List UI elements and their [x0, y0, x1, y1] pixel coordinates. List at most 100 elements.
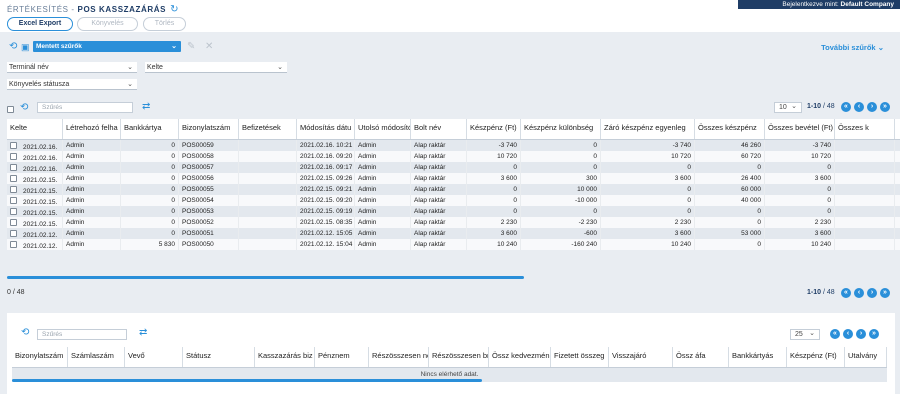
detail-page-size-select[interactable]: 25 ⌄ [790, 329, 820, 340]
page-title: POS KASSZAZÁRÁS [77, 5, 167, 14]
row-checkbox[interactable] [10, 153, 17, 160]
prev-page-button[interactable]: ‹ [854, 102, 864, 112]
booking-status-select[interactable]: Könyvelés státusza ⌄ [7, 79, 137, 90]
table-row[interactable]: 2021.02.16. Admin 0 POS00057 2021.02.16. 09:… [7, 162, 900, 173]
row-checkbox[interactable] [10, 208, 17, 215]
row-checkbox[interactable] [10, 186, 17, 193]
grid-header: Kelte Létrehozó felha Bankkártya Bizonylats… [7, 119, 900, 140]
last-page-button[interactable]: » [869, 329, 879, 339]
table-row[interactable]: 2021.02.16. Admin 0 POS00058 2021.02.16. 09:… [7, 151, 900, 162]
breadcrumb-parent[interactable]: ÉRTÉKESÍTÉS [7, 5, 69, 14]
grid-search-input[interactable]: Szűrés [37, 102, 133, 113]
column-header[interactable]: Módosítás dátu [297, 119, 355, 139]
column-header[interactable]: Bolt név [411, 119, 467, 139]
row-checkbox[interactable] [10, 175, 17, 182]
row-checkbox[interactable] [10, 219, 17, 226]
column-header[interactable]: Utolsó módosító [355, 119, 411, 139]
prev-page-button[interactable]: ‹ [843, 329, 853, 339]
column-header[interactable]: Státusz [183, 347, 255, 367]
column-header[interactable]: Részösszesen br [429, 347, 489, 367]
column-header[interactable]: Kasszazárás biz [255, 347, 315, 367]
next-page-button[interactable]: › [856, 329, 866, 339]
search-placeholder: Szűrés [42, 331, 63, 338]
last-page-button[interactable]: » [880, 288, 890, 298]
column-header[interactable]: Fizetett összeg [551, 347, 609, 367]
next-page-button[interactable]: › [867, 102, 877, 112]
save-filter-icon[interactable]: ▣ [21, 42, 30, 52]
table-row[interactable]: 2021.02.15. Admin 0 POS00056 2021.02.15. 09:… [7, 173, 900, 184]
swap-columns-icon[interactable]: ⇄ [142, 102, 150, 112]
column-header[interactable]: Bizonylatszám [12, 347, 68, 367]
row-checkbox[interactable] [10, 197, 17, 204]
table-cell [239, 195, 297, 206]
reset-filter-icon[interactable]: ⟲ [9, 42, 17, 52]
column-header[interactable]: Bizonylatszám [179, 119, 239, 139]
first-page-button[interactable]: « [841, 288, 851, 298]
swap-columns-icon[interactable]: ⇄ [139, 328, 147, 338]
date-select[interactable]: Kelte ⌄ [145, 62, 287, 73]
column-header[interactable]: Záró készpénz egyenleg [601, 119, 695, 139]
next-page-button[interactable]: › [867, 288, 877, 298]
reset-icon[interactable]: ⟲ [20, 103, 28, 113]
table-row[interactable]: 2021.02.15. Admin 0 POS00053 2021.02.15. 09:… [7, 206, 900, 217]
table-row[interactable]: 2021.02.15. Admin 0 POS00052 2021.02.15. 08:… [7, 217, 900, 228]
chevron-down-icon: ⌄ [877, 43, 884, 52]
prev-page-button[interactable]: ‹ [854, 288, 864, 298]
close-icon[interactable]: ✕ [205, 41, 213, 52]
refresh-icon[interactable]: ↻ [170, 4, 179, 15]
date-text: 2021.02.12. [23, 232, 58, 239]
column-header[interactable]: Utalvány [845, 347, 887, 367]
row-checkbox[interactable] [10, 241, 17, 248]
date-cell: 2021.02.16. [7, 151, 63, 162]
table-row[interactable]: 2021.02.15. Admin 0 POS00054 2021.02.15. 09:… [7, 195, 900, 206]
column-header[interactable]: Készpénz különbség [521, 119, 601, 139]
row-checkbox[interactable] [10, 164, 17, 171]
date-cell: 2021.02.15. [7, 195, 63, 206]
column-header[interactable]: Pénznem [315, 347, 369, 367]
column-header[interactable]: Bankkártyás [729, 347, 787, 367]
table-row[interactable]: 2021.02.16. Admin 0 POS00059 2021.02.16. 10:… [7, 140, 900, 151]
column-header[interactable]: Összes bevétel (Ft) [765, 119, 835, 139]
delete-button[interactable]: Törlés [143, 17, 186, 31]
checkbox[interactable] [7, 106, 14, 113]
column-header[interactable]: Bankkártya [121, 119, 179, 139]
select-all-checkbox[interactable] [7, 104, 14, 115]
detail-search-input[interactable]: Szűrés [37, 329, 127, 340]
column-header[interactable]: Visszajáró [609, 347, 673, 367]
column-header[interactable]: Készpénz (Ft) [467, 119, 521, 139]
column-header[interactable]: Számlaszám [68, 347, 125, 367]
more-filters-label: További szűrők [821, 43, 876, 52]
column-header[interactable]: Készpénz (Ft) [787, 347, 845, 367]
first-page-button[interactable]: « [841, 102, 851, 112]
horizontal-scrollbar[interactable] [7, 276, 524, 279]
first-page-button[interactable]: « [830, 329, 840, 339]
page-size-select[interactable]: 10 ⌄ [774, 102, 802, 113]
table-cell: -3 740 [601, 140, 695, 151]
column-header[interactable]: Befizetések [239, 119, 297, 139]
more-filters-button[interactable]: További szűrők ⌄ [821, 43, 884, 52]
table-row[interactable]: 2021.02.12. Admin 5 830 POS00050 2021.02.12.… [7, 239, 900, 250]
column-header[interactable]: Létrehozó felha [63, 119, 121, 139]
table-row[interactable]: 2021.02.12. Admin 0 POS00051 2021.02.12. 15:… [7, 228, 900, 239]
last-page-button[interactable]: » [880, 102, 890, 112]
edit-icon[interactable]: ✎ [187, 41, 195, 52]
row-checkbox[interactable] [10, 142, 17, 149]
column-header[interactable]: Összes készpénz [695, 119, 765, 139]
column-header[interactable]: Vevő [125, 347, 183, 367]
detail-grid-card: ⟲ Szűrés ⇄ 25 ⌄ « ‹ › » Bizonylatszám Szám… [7, 313, 895, 394]
reset-icon[interactable]: ⟲ [21, 328, 29, 338]
column-header[interactable]: Részösszesen ne [369, 347, 429, 367]
detail-horizontal-scrollbar[interactable] [12, 379, 482, 382]
date-text: 2021.02.16. [23, 144, 58, 151]
saved-filters-select[interactable]: Mentett szűrők ⌄ [33, 41, 181, 52]
column-header[interactable]: Össz áfa [673, 347, 729, 367]
book-button[interactable]: Könyvelés [77, 17, 138, 31]
terminal-name-select[interactable]: Terminál név ⌄ [7, 62, 137, 73]
column-header[interactable]: Összes k [835, 119, 895, 139]
excel-export-button[interactable]: Excel Export [7, 17, 73, 31]
row-checkbox[interactable] [10, 230, 17, 237]
table-row[interactable]: 2021.02.15. Admin 0 POS00055 2021.02.15. 09:… [7, 184, 900, 195]
column-header[interactable]: Össz kedvezmén [489, 347, 551, 367]
table-cell: 2021.02.15. 09:21 [297, 184, 355, 195]
column-header[interactable]: Kelte [7, 119, 63, 139]
